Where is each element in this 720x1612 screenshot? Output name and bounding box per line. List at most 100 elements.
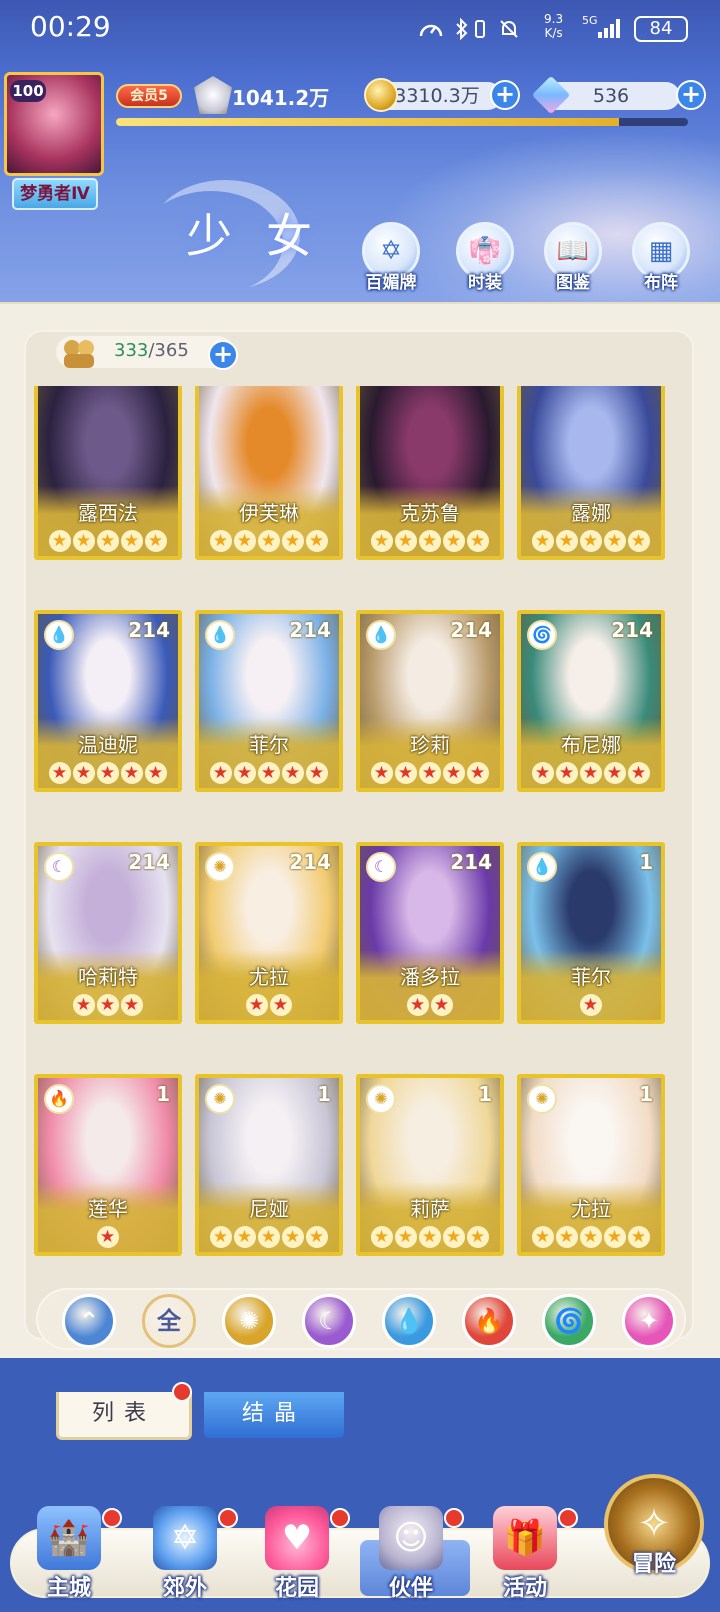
star-icon: ★ <box>210 762 232 784</box>
vip-badge[interactable]: 会员5 <box>116 84 182 108</box>
star-icon: ★ <box>306 762 328 784</box>
speedometer-icon <box>418 18 444 40</box>
sun-element-icon: ✺ <box>205 1084 235 1114</box>
character-card[interactable]: ✺ 214 尤拉 ★ ★ <box>195 842 343 1024</box>
star-icon: ★ <box>407 994 429 1016</box>
star-icon: ★ <box>145 530 167 552</box>
page-title: 少女 <box>186 209 346 263</box>
nav-label: 花园 <box>274 1576 319 1601</box>
collection-total: /365 <box>148 340 189 361</box>
character-card[interactable]: 克苏鲁 ★ ★ ★ ★ ★ <box>356 386 504 560</box>
character-card[interactable]: 露娜 ★ ★ ★ ★ ★ <box>517 386 665 560</box>
filter-moon-button[interactable]: ☾ <box>302 1294 356 1348</box>
card-level: 214 <box>611 618 653 642</box>
nav-notification-dot <box>330 1508 350 1528</box>
star-rating: ★ ★ ★ <box>38 993 178 1016</box>
character-card[interactable]: 💧 214 珍莉 ★ ★ ★ ★ ★ <box>356 610 504 792</box>
star-icon: ★ <box>121 530 143 552</box>
card-level: 214 <box>128 618 170 642</box>
star-icon: ★ <box>443 1226 465 1248</box>
card-level: 214 <box>289 850 331 874</box>
card-level: 1 <box>478 1082 492 1106</box>
filter-wind-button[interactable]: 🌀 <box>542 1294 596 1348</box>
experience-bar <box>116 118 688 126</box>
tab-list[interactable]: 列表 <box>56 1392 192 1440</box>
card-name: 布尼娜 <box>561 733 621 757</box>
gift-box-icon: 🎁 <box>493 1506 557 1570</box>
add-diamond-button[interactable]: + <box>676 80 706 110</box>
filter-sun-button[interactable]: ✺ <box>222 1294 276 1348</box>
card-name: 莉萨 <box>410 1197 450 1221</box>
star-rating: ★ ★ ★ ★ ★ <box>199 1225 339 1248</box>
fire-icon: 🔥 <box>474 1307 504 1335</box>
star-icon: ★ <box>258 762 280 784</box>
star-rating: ★ ★ ★ ★ ★ <box>521 1225 661 1248</box>
menu-costume[interactable]: 👘 时装 <box>452 222 518 293</box>
star-icon: ★ <box>443 530 465 552</box>
water-element-icon: 💧 <box>44 620 74 650</box>
star-icon: ★ <box>467 1226 489 1248</box>
character-card[interactable]: ✺ 1 莉萨 ★ ★ ★ ★ ★ <box>356 1074 504 1256</box>
card-name: 哈莉特 <box>78 965 138 989</box>
battery-indicator: 84 <box>634 16 688 42</box>
add-gold-button[interactable]: + <box>490 80 520 110</box>
filter-water-drop-button[interactable]: 💧 <box>382 1294 436 1348</box>
character-card[interactable]: 💧 214 温迪妮 ★ ★ ★ ★ ★ <box>34 610 182 792</box>
menu-gallery[interactable]: 📖 图鉴 <box>540 222 606 293</box>
card-name: 尼娅 <box>249 1197 289 1221</box>
menu-label: 时装 <box>468 273 502 293</box>
combat-power: 1041.2万 <box>232 86 330 110</box>
filter-fire-button[interactable]: 🔥 <box>462 1294 516 1348</box>
star-icon: ★ <box>145 762 167 784</box>
character-card[interactable]: 🌀 214 布尼娜 ★ ★ ★ ★ ★ <box>517 610 665 792</box>
nav-notification-dot <box>558 1508 578 1528</box>
star-icon: ★ <box>73 530 95 552</box>
character-card[interactable]: 🔥 1 莲华 ★ <box>34 1074 182 1256</box>
signal-bars-icon <box>584 16 626 38</box>
menu-card-deck[interactable]: ✡ 百媚牌 <box>358 222 424 293</box>
card-name: 潘多拉 <box>400 965 460 989</box>
star-rating: ★ <box>38 1225 178 1248</box>
star-icon: ★ <box>371 530 393 552</box>
nav-label: 冒险 <box>631 1552 676 1577</box>
star-icon: ★ <box>97 762 119 784</box>
nav-notification-dot <box>218 1508 238 1528</box>
menu-label: 图鉴 <box>556 273 590 293</box>
expand-capacity-button[interactable]: + <box>208 340 238 370</box>
player-title-badge[interactable]: 梦勇者Ⅳ <box>12 178 98 210</box>
nav-adventure[interactable]: ✧ 冒险 <box>604 1474 712 1594</box>
moon-element-icon: ☾ <box>44 852 74 882</box>
card-name: 尤拉 <box>571 1197 611 1221</box>
character-card[interactable]: ☾ 214 潘多拉 ★ ★ <box>356 842 504 1024</box>
filter-wing-button[interactable]: ⌃ <box>62 1294 116 1348</box>
card-name: 菲尔 <box>571 965 611 989</box>
star-icon: ★ <box>282 762 304 784</box>
moon-icon: ☾ <box>318 1307 340 1335</box>
star-icon: ★ <box>73 762 95 784</box>
tab-crystal[interactable]: 结晶 <box>204 1392 344 1438</box>
star-icon: ★ <box>604 1226 626 1248</box>
star-icon: ★ <box>419 530 441 552</box>
character-card[interactable]: ✺ 1 尼娅 ★ ★ ★ ★ ★ <box>195 1074 343 1256</box>
character-card[interactable]: ✺ 1 尤拉 ★ ★ ★ ★ ★ <box>517 1074 665 1256</box>
card-name: 莲华 <box>88 1197 128 1221</box>
card-level: 1 <box>156 1082 170 1106</box>
collection-current: 333 <box>114 340 149 361</box>
character-card[interactable]: 伊芙琳 ★ ★ ★ ★ ★ <box>195 386 343 560</box>
status-bar: 00:29 9.3 K/s 5G 84 <box>0 0 720 56</box>
star-icon: ★ <box>580 1226 602 1248</box>
menu-formation[interactable]: ▦ 布阵 <box>628 222 694 293</box>
star-icon: ★ <box>604 530 626 552</box>
filter-all-button[interactable]: 全 <box>142 1294 196 1348</box>
character-card[interactable]: 💧 1 菲尔 ★ <box>517 842 665 1024</box>
star-icon: ★ <box>532 1226 554 1248</box>
star-rating: ★ ★ <box>199 993 339 1016</box>
character-card[interactable]: ☾ 214 哈莉特 ★ ★ ★ <box>34 842 182 1024</box>
card-name: 珍莉 <box>410 733 450 757</box>
character-card[interactable]: 💧 214 菲尔 ★ ★ ★ ★ ★ <box>195 610 343 792</box>
filter-star-orb-button[interactable]: ✦ <box>622 1294 676 1348</box>
character-card[interactable]: 露西法 ★ ★ ★ ★ ★ <box>34 386 182 560</box>
card-name: 温迪妮 <box>78 733 138 757</box>
card-level: 1 <box>317 1082 331 1106</box>
star-icon: ★ <box>467 530 489 552</box>
